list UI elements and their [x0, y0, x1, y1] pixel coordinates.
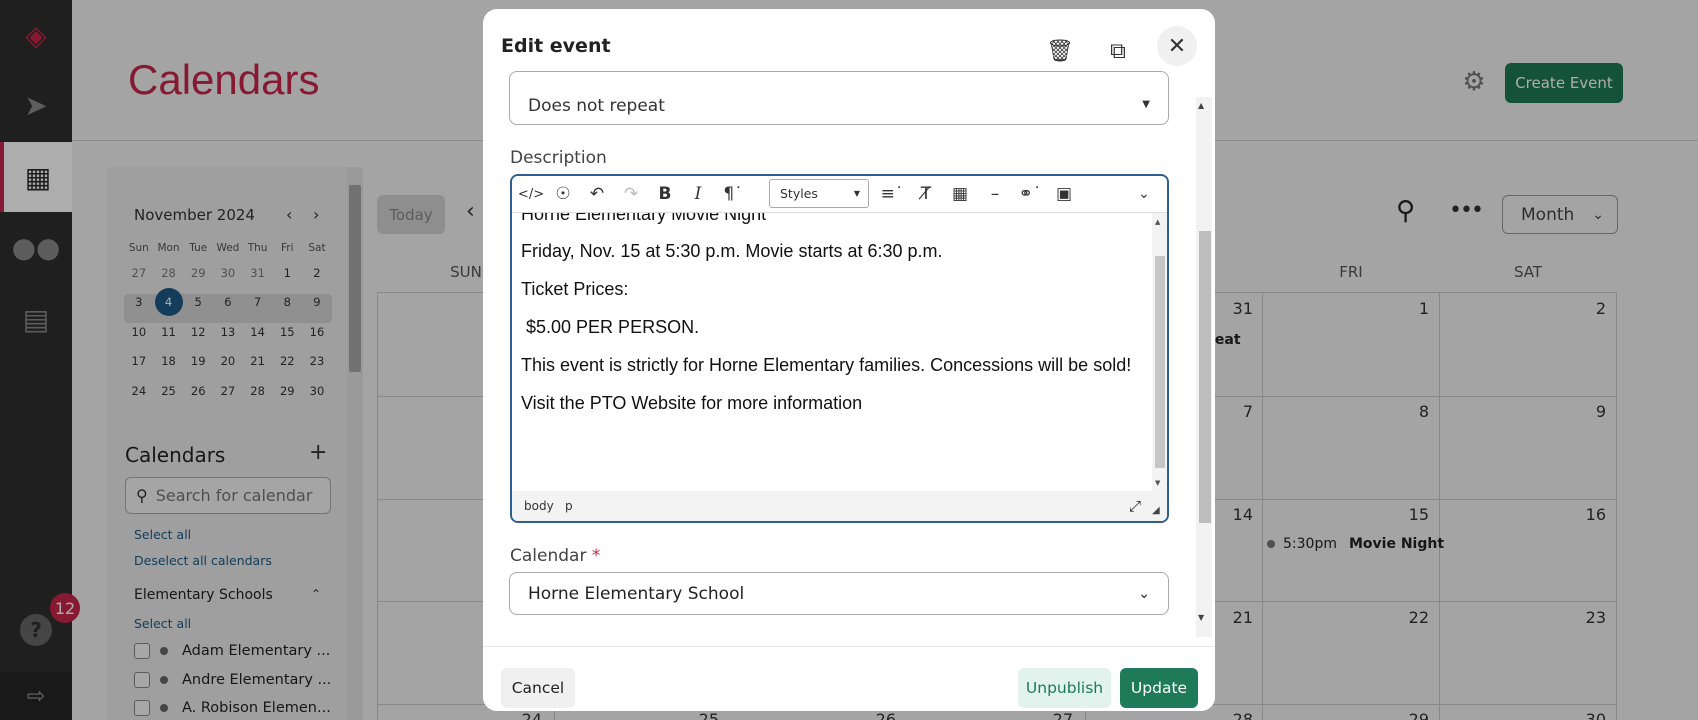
- undo-icon[interactable]: ↶: [586, 181, 608, 207]
- table-icon[interactable]: ▦: [948, 181, 972, 207]
- cancel-button[interactable]: Cancel: [501, 668, 575, 708]
- italic-icon[interactable]: I: [687, 181, 709, 207]
- horizontal-line-icon[interactable]: –: [984, 181, 1006, 207]
- repeat-select-value: Does not repeat: [528, 96, 665, 116]
- source-code-icon[interactable]: </>: [518, 181, 544, 207]
- close-icon[interactable]: ✕: [1157, 26, 1197, 66]
- bold-icon[interactable]: B: [654, 181, 676, 207]
- fullscreen-icon[interactable]: ⤢: [1129, 497, 1141, 515]
- scroll-down-icon[interactable]: ▼: [1198, 613, 1204, 622]
- repeat-select[interactable]: Does not repeat ▼: [509, 71, 1169, 125]
- calendar-label-text: Calendar: [510, 546, 587, 566]
- description-editor[interactable]: </> ☉ ↶ ↷ B I ¶˙ Styles ▼ ≡˙ T̸ ▦ – ⚭˙ ▣ …: [510, 174, 1169, 523]
- caret-down-icon: ▼: [853, 189, 860, 198]
- dialog-footer: Cancel Unpublish Update: [483, 646, 1215, 711]
- duplicate-icon[interactable]: ⧉: [1100, 33, 1136, 69]
- editor-paragraph[interactable]: Friday, Nov. 15 at 5:30 p.m. Movie start…: [521, 241, 943, 262]
- calendar-label: Calendar *: [510, 546, 600, 566]
- more-toolbar-chevron-icon[interactable]: ⌄: [1132, 181, 1156, 207]
- dialog-body: Does not repeat ▼ Description </> ☉ ↶ ↷ …: [483, 71, 1215, 642]
- clear-formatting-icon[interactable]: T̸: [914, 181, 938, 207]
- chevron-down-icon: ⌄: [1138, 585, 1150, 602]
- link-icon[interactable]: ⚭˙: [1015, 181, 1045, 207]
- update-button[interactable]: Update: [1120, 668, 1198, 708]
- editor-paragraph[interactable]: Ticket Prices:: [521, 279, 628, 300]
- image-icon[interactable]: ▣: [1052, 181, 1076, 207]
- trash-icon[interactable]: 🗑: [1042, 33, 1078, 69]
- editor-paragraph[interactable]: This event is strictly for Horne Element…: [521, 355, 1131, 376]
- scroll-down-icon[interactable]: ▼: [1155, 479, 1160, 487]
- resize-grip-icon[interactable]: ◢: [1152, 505, 1160, 516]
- styles-select[interactable]: Styles ▼: [769, 179, 869, 208]
- scroll-up-icon[interactable]: ▲: [1155, 218, 1160, 226]
- calendar-select-value: Horne Elementary School: [528, 583, 745, 604]
- path-p[interactable]: p: [565, 499, 573, 513]
- unpublish-button[interactable]: Unpublish: [1018, 668, 1111, 708]
- editor-paragraph[interactable]: Visit the PTO Website for more informati…: [521, 393, 862, 414]
- scroll-up-icon[interactable]: ▲: [1198, 101, 1204, 110]
- editor-toolbar: </> ☉ ↶ ↷ B I ¶˙ Styles ▼ ≡˙ T̸ ▦ – ⚭˙ ▣ …: [512, 176, 1167, 213]
- editor-paragraph[interactable]: Horne Elementary Movie Night: [521, 213, 766, 225]
- paragraph-icon[interactable]: ¶˙: [718, 181, 748, 207]
- redo-icon[interactable]: ↷: [620, 181, 642, 207]
- align-icon[interactable]: ≡˙: [878, 181, 906, 207]
- required-marker: *: [591, 546, 601, 566]
- dialog-scroll-thumb[interactable]: [1199, 231, 1211, 523]
- accessibility-icon[interactable]: ☉: [552, 181, 574, 207]
- description-label: Description: [510, 148, 607, 168]
- chevron-down-icon: ▼: [1142, 99, 1150, 110]
- path-body[interactable]: body: [524, 499, 554, 513]
- editor-paragraph[interactable]: $5.00 PER PERSON.: [521, 317, 699, 338]
- calendar-select[interactable]: Horne Elementary School ⌄: [509, 572, 1169, 615]
- edit-event-dialog: Edit event 🗑 ⧉ ✕ Does not repeat ▼ Descr…: [483, 9, 1215, 711]
- styles-select-value: Styles: [780, 186, 818, 201]
- dialog-title: Edit event: [501, 35, 611, 57]
- editor-statusbar: body p ⤢ ◢: [512, 491, 1167, 521]
- editor-scroll-thumb[interactable]: [1155, 256, 1165, 468]
- editor-content[interactable]: Horne Elementary Movie Night Friday, Nov…: [512, 213, 1152, 491]
